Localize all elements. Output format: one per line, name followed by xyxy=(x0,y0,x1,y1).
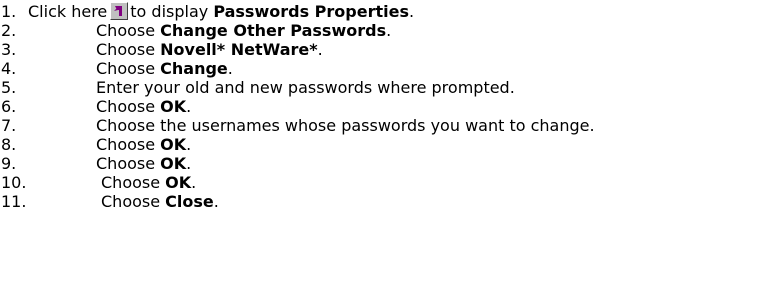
step-text: Choose OK. xyxy=(96,135,191,155)
shortcut-arrow-icon[interactable] xyxy=(110,2,129,20)
step-bold-target: OK xyxy=(165,173,192,192)
step-text-before: Click here xyxy=(28,2,108,21)
step-text: Choose the usernames whose passwords you… xyxy=(96,116,595,136)
step-bold-target: OK xyxy=(160,154,187,173)
step-number: 9. xyxy=(1,154,17,173)
step-text-before: Choose xyxy=(96,59,161,78)
step-number: 11. xyxy=(1,192,27,211)
step-text-before: Choose xyxy=(96,97,161,116)
step-number: 4. xyxy=(1,59,17,78)
step-bold-target: Close xyxy=(165,192,214,211)
step-text: Choose Change. xyxy=(96,59,233,79)
step-text-after: . xyxy=(191,173,197,192)
step-text: Choose OK. xyxy=(96,154,191,174)
step-text-before: Choose xyxy=(96,154,161,173)
step-text-after: . xyxy=(227,59,233,78)
help-steps-list: 1. Click here to display Passwords Proper… xyxy=(0,0,773,284)
step-bold-target: OK xyxy=(160,97,187,116)
step-text-before: Choose xyxy=(96,40,161,59)
step-bold-target: Passwords Properties xyxy=(213,2,409,21)
step-bold-target: Change xyxy=(160,59,228,78)
step-text-after: . xyxy=(386,21,392,40)
step-text-before: Enter your old and new passwords where p… xyxy=(96,78,515,97)
step-text: Choose OK. xyxy=(101,173,196,193)
step-number: 8. xyxy=(1,135,17,154)
step-text: Choose Close. xyxy=(101,192,219,212)
step-text: Choose OK. xyxy=(96,97,191,117)
step-text-after: . xyxy=(186,154,192,173)
step-number: 5. xyxy=(1,78,17,97)
step-number: 6. xyxy=(1,97,17,116)
step-text-after: . xyxy=(408,2,415,21)
step-text-after: . xyxy=(186,97,192,116)
step-text-before: Choose xyxy=(96,21,161,40)
step-number: 2. xyxy=(1,21,17,40)
step-text-after: . xyxy=(213,192,219,211)
step-bold-target: Novell* NetWare* xyxy=(160,40,318,59)
step-text: Choose Novell* NetWare*. xyxy=(96,40,323,60)
step-bold-target: Change Other Passwords xyxy=(160,21,387,40)
step-number: 3. xyxy=(1,40,17,59)
step-text-after: . xyxy=(186,135,192,154)
step-number: 7. xyxy=(1,116,17,135)
step-text: Enter your old and new passwords where p… xyxy=(96,78,515,98)
step-text-middle: to display xyxy=(130,2,214,21)
step-text: Choose Change Other Passwords. xyxy=(96,21,391,41)
step-number: 10. xyxy=(1,173,27,192)
step-text-before: Choose xyxy=(101,173,166,192)
step-text-before: Choose the usernames whose passwords you… xyxy=(96,116,595,135)
step-text-after: . xyxy=(317,40,323,59)
step-text-before: Choose xyxy=(96,135,161,154)
step-bold-target: OK xyxy=(160,135,187,154)
step-text-before: Choose xyxy=(101,192,166,211)
step-number: 1. xyxy=(1,2,17,21)
step-text: Click here to display Passwords Propertie… xyxy=(28,2,414,22)
